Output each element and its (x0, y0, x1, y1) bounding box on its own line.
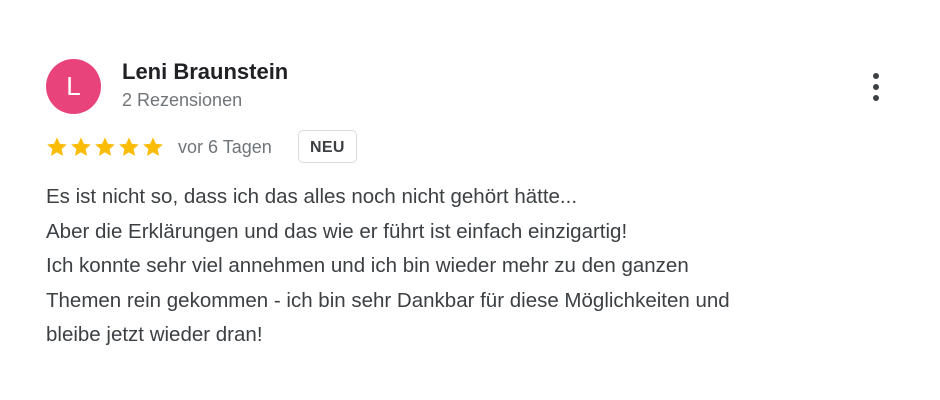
more-vertical-icon[interactable] (861, 68, 891, 106)
author-name[interactable]: Leni Braunstein (122, 59, 288, 85)
review-text-line: Themen rein gekommen - ich bin sehr Dank… (46, 288, 730, 312)
review-card: L Leni Braunstein 2 Rezensionen vor 6 Ta… (0, 0, 940, 400)
star-rating (45, 135, 165, 159)
review-count[interactable]: 2 Rezensionen (122, 90, 242, 111)
star-icon (71, 137, 91, 156)
review-text-line: Ich konnte sehr viel annehmen und ich bi… (46, 254, 689, 277)
more-dot (873, 73, 879, 79)
review-text-line: Es ist nicht so, dass ich das alles noch… (46, 185, 578, 208)
more-dot (873, 84, 879, 90)
review-text-line: bleibe jetzt wieder dran! (46, 323, 263, 346)
avatar[interactable]: L (46, 59, 101, 114)
review-text: Es ist nicht so, dass ich das alles noch… (46, 180, 906, 353)
star-icon (47, 137, 67, 156)
star-icon (95, 137, 115, 156)
review-date: vor 6 Tagen (178, 137, 272, 157)
star-icon (119, 137, 139, 156)
more-dot (873, 95, 879, 101)
review-text-line: Aber die Erklärungen und das wie er führ… (46, 219, 628, 243)
new-badge: NEU (298, 130, 357, 163)
star-icon (143, 137, 163, 156)
